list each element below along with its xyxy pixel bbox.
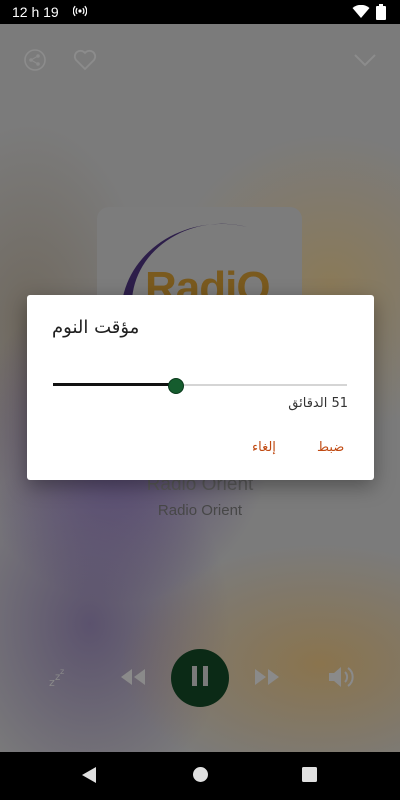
station-subtitle: Radio Orient bbox=[157, 502, 243, 519]
home-icon[interactable] bbox=[192, 766, 209, 787]
dialog-title: مؤقت النوم bbox=[52, 317, 140, 338]
minutes-label: 51 الدقائق bbox=[288, 396, 348, 411]
set-button[interactable]: ضبط bbox=[317, 440, 344, 455]
chevron-down-icon[interactable] bbox=[353, 52, 377, 72]
status-bar: 12 h 19 bbox=[0, 0, 400, 24]
sleep-icon[interactable]: z z z bbox=[47, 666, 69, 692]
recents-icon[interactable] bbox=[302, 767, 317, 786]
hotspot-icon bbox=[72, 5, 88, 21]
rewind-icon[interactable] bbox=[120, 668, 146, 690]
sleep-timer-slider[interactable] bbox=[53, 375, 347, 395]
sleep-timer-dialog: مؤقت النوم 51 الدقائق ضبط إلغاء bbox=[27, 295, 374, 480]
pause-button[interactable] bbox=[171, 649, 229, 707]
navigation-bar bbox=[0, 752, 400, 800]
player-controls: z z z bbox=[0, 649, 400, 719]
slider-thumb[interactable] bbox=[167, 378, 184, 394]
heart-icon[interactable] bbox=[73, 49, 97, 75]
battery-icon bbox=[376, 4, 386, 24]
status-time: 12 h 19 bbox=[12, 4, 59, 20]
fast-forward-icon[interactable] bbox=[254, 668, 280, 690]
wifi-icon bbox=[352, 4, 370, 23]
pause-icon bbox=[190, 665, 210, 691]
share-icon[interactable] bbox=[24, 49, 46, 75]
svg-text:z: z bbox=[60, 667, 64, 676]
volume-icon[interactable] bbox=[328, 665, 356, 693]
back-icon[interactable] bbox=[81, 766, 97, 788]
cancel-button[interactable]: إلغاء bbox=[252, 440, 276, 455]
player-top-bar bbox=[0, 49, 400, 79]
slider-fill bbox=[53, 383, 175, 386]
